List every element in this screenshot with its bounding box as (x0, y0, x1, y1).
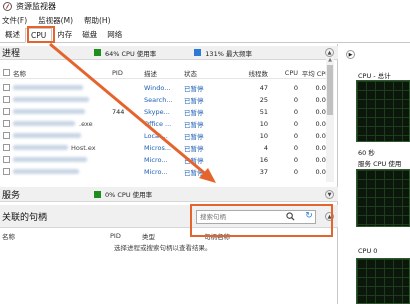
resource-monitor-window: 资源监视器 文件(F) 监视器(M) 帮助(H) 概述 CPU 内存 磁盘 网络… (0, 0, 410, 304)
annotation-arrow (49, 42, 216, 183)
